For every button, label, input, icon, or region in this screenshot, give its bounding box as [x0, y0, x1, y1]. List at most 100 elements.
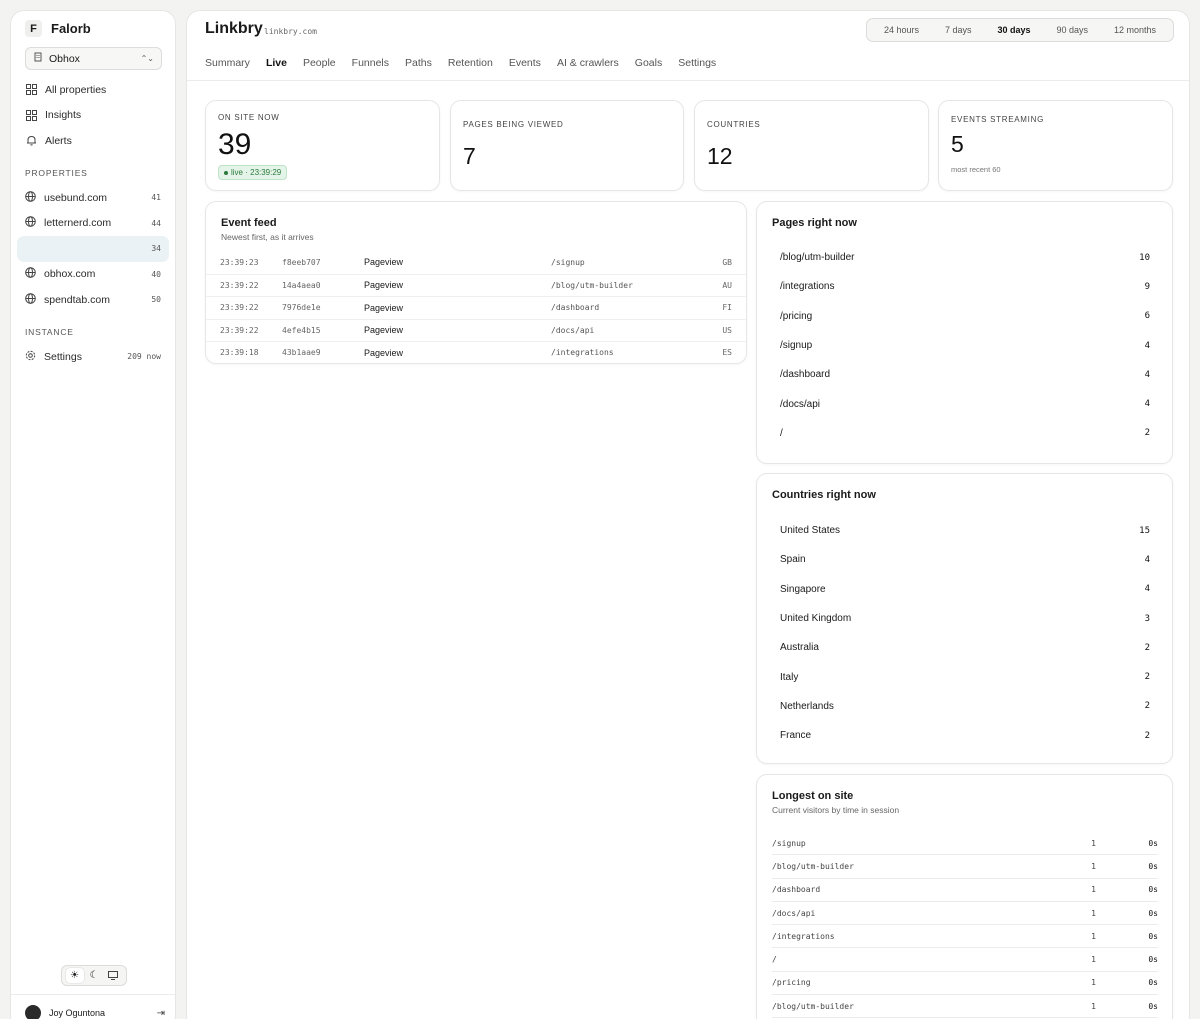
card-title: Pages right now — [772, 217, 857, 229]
table-row[interactable]: /signup 1 0s — [772, 832, 1158, 856]
sidebar-item-all-properties[interactable]: All properties — [25, 77, 165, 103]
stat-label: PAGES BEING VIEWED — [463, 120, 564, 129]
country-name: France — [780, 730, 812, 742]
tab-ai-crawlers[interactable]: AI & crawlers — [557, 57, 619, 73]
list-item[interactable]: Australia 2 — [780, 633, 1150, 662]
tab-people[interactable]: People — [303, 57, 336, 73]
list-item[interactable]: Italy 2 — [780, 662, 1150, 691]
table-row[interactable]: /dashboard 1 0s — [772, 879, 1158, 902]
logout-icon[interactable]: ⇥ — [157, 1008, 165, 1019]
table-row[interactable]: /integrations 1 0s — [772, 925, 1158, 949]
table-row[interactable]: /blog/utm-builder 1 0s — [772, 855, 1158, 879]
session-path: / — [772, 955, 777, 965]
tab-live[interactable]: Live — [266, 57, 287, 73]
event-country: FI — [722, 303, 732, 313]
tab-funnels[interactable]: Funnels — [352, 57, 389, 73]
country-name: Netherlands — [780, 700, 834, 712]
table-row[interactable]: 23:39:22 7976de1e Pageview /dashboard FI — [206, 296, 746, 319]
property-item-active[interactable]: 34 — [17, 236, 169, 262]
session-path: /blog/utm-builder — [772, 861, 854, 871]
card-title: Longest on site — [772, 790, 854, 802]
sidebar-divider — [11, 994, 175, 995]
monitor-icon[interactable] — [104, 968, 122, 983]
sidebar-item-settings[interactable]: Settings 209 now — [17, 344, 169, 370]
property-name: usebund.com — [44, 191, 108, 204]
country-count: 3 — [1144, 613, 1150, 624]
session-time: 0s — [1148, 885, 1158, 895]
list-item[interactable]: /integrations 9 — [780, 272, 1150, 301]
list-item[interactable]: France 2 — [780, 721, 1150, 750]
country-name: Australia — [780, 642, 819, 654]
property-item[interactable]: spendtab.com 50 — [17, 287, 169, 313]
sidebar-item-label: All properties — [45, 83, 107, 96]
list-item[interactable]: /blog/utm-builder 10 — [780, 243, 1150, 272]
tab-events[interactable]: Events — [509, 57, 541, 73]
property-name: letternerd.com — [44, 217, 112, 230]
grid-icon — [25, 84, 37, 96]
session-time: 0s — [1148, 838, 1158, 848]
table-row[interactable]: / 1 0s — [772, 948, 1158, 972]
table-row[interactable]: /pricing 1 0s — [772, 972, 1158, 996]
avatar — [25, 1005, 41, 1019]
brand[interactable]: F Falorb — [25, 20, 91, 37]
country-name: Spain — [780, 554, 806, 566]
moon-icon[interactable]: ☾ — [85, 968, 103, 983]
table-row[interactable]: /docs/api 1 0s — [772, 902, 1158, 926]
tab-retention[interactable]: Retention — [448, 57, 493, 73]
list-item[interactable]: Netherlands 2 — [780, 692, 1150, 721]
range-90-days[interactable]: 90 days — [1052, 22, 1092, 38]
event-time: 23:39:22 — [220, 325, 259, 335]
list-item[interactable]: Spain 4 — [780, 545, 1150, 574]
stat-card-pages: PAGES BEING VIEWED 7 — [450, 100, 684, 191]
sidebar-item-insights[interactable]: Insights — [25, 103, 165, 129]
list-item[interactable]: United Kingdom 3 — [780, 604, 1150, 633]
session-count: 1 — [1091, 838, 1096, 848]
chevron-updown-icon: ⌃⌄ — [140, 54, 154, 63]
tab-summary[interactable]: Summary — [205, 57, 250, 73]
tab-paths[interactable]: Paths — [405, 57, 432, 73]
event-id: 14a4aea0 — [282, 280, 321, 290]
table-row[interactable]: /blog/utm-builder 1 0s — [772, 995, 1158, 1019]
live-badge: live · 23:39:29 — [218, 165, 288, 180]
event-type: Pageview — [364, 257, 404, 268]
range-7-days[interactable]: 7 days — [941, 22, 976, 38]
range-30-days[interactable]: 30 days — [993, 22, 1034, 38]
list-item[interactable]: /docs/api 4 — [780, 389, 1150, 418]
stat-sub: most recent 60 — [951, 165, 1001, 174]
tab-goals[interactable]: Goals — [635, 57, 662, 73]
range-12-months[interactable]: 12 months — [1110, 22, 1160, 38]
session-count: 1 — [1091, 931, 1096, 941]
user-profile[interactable]: Joy Oguntona ⇥ — [25, 1005, 165, 1019]
table-row[interactable]: 23:39:22 4efe4b15 Pageview /docs/api US — [206, 318, 746, 342]
org-select[interactable]: Obhox ⌃⌄ — [25, 47, 162, 70]
sun-icon[interactable]: ☀ — [65, 968, 84, 983]
event-country: GB — [722, 257, 732, 267]
org-select-value: Obhox — [49, 52, 80, 65]
stat-label: ON SITE NOW — [218, 113, 280, 122]
session-path: /integrations — [772, 931, 835, 941]
list-item[interactable]: Singapore 4 — [780, 575, 1150, 604]
property-item[interactable]: letternerd.com 44 — [17, 211, 169, 237]
list-item[interactable]: /pricing 6 — [780, 302, 1150, 331]
session-time: 0s — [1148, 908, 1158, 918]
list-item[interactable]: /2 — [780, 419, 1150, 448]
event-time: 23:39:22 — [220, 303, 259, 313]
list-item[interactable]: United States 15 — [780, 516, 1150, 545]
card-subtitle: Newest first, as it arrives — [221, 232, 314, 242]
tab-settings[interactable]: Settings — [678, 57, 716, 73]
page-path: /integrations — [780, 281, 835, 293]
table-row[interactable]: 23:39:23 f8eeb707 Pageview /signup GB — [206, 251, 746, 274]
property-item[interactable]: obhox.com 40 — [17, 262, 169, 288]
property-item[interactable]: usebund.com 41 — [17, 185, 169, 211]
sidebar-item-alerts[interactable]: Alerts — [25, 128, 165, 154]
range-24-hours[interactable]: 24 hours — [880, 22, 923, 38]
stat-card-events: EVENTS STREAMING 5 most recent 60 — [938, 100, 1173, 191]
list-item[interactable]: /signup 4 — [780, 331, 1150, 360]
longest-on-site-card: Longest on site Current visitors by time… — [756, 774, 1173, 1019]
stat-card-countries: COUNTRIES 12 — [694, 100, 929, 191]
settings-count: 209 now — [127, 352, 161, 362]
table-row[interactable]: 23:39:22 14a4aea0 Pageview /blog/utm-bui… — [206, 273, 746, 297]
table-row[interactable]: 23:39:18 43b1aae9 Pageview /integrations… — [206, 341, 746, 364]
country-name: Singapore — [780, 583, 826, 595]
list-item[interactable]: /dashboard 4 — [780, 360, 1150, 389]
